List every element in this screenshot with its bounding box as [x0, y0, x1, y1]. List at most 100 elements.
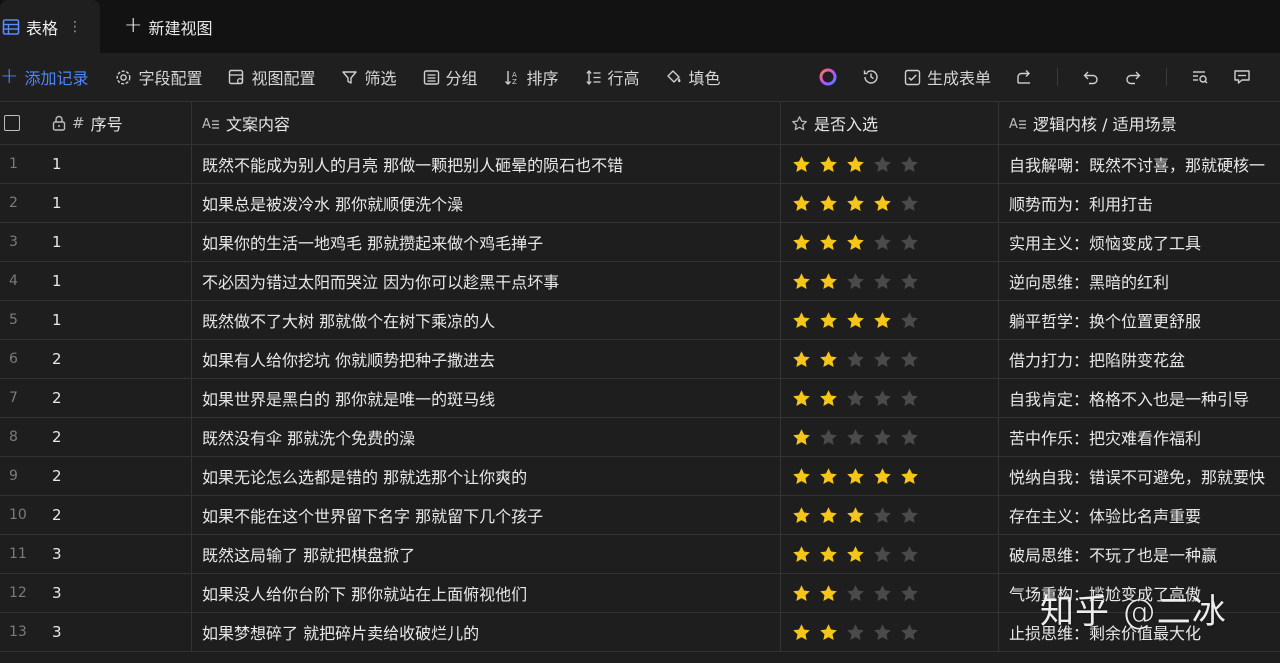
star-filled-icon[interactable] — [818, 583, 839, 604]
text-cell[interactable]: 既然这局输了 那就把棋盘掀了 — [191, 535, 780, 573]
seq-cell[interactable]: 2 — [42, 379, 191, 417]
seq-cell[interactable]: 3 — [42, 535, 191, 573]
seq-cell[interactable]: 2 — [42, 418, 191, 456]
star-filled-icon[interactable] — [791, 544, 812, 565]
star-empty-icon[interactable] — [845, 349, 866, 370]
star-rating[interactable] — [791, 583, 920, 604]
table-row[interactable]: 5 1 既然做不了大树 那就做个在树下乘凉的人 躺平哲学：换个位置更舒服 — [0, 301, 1280, 340]
comment-icon[interactable] — [1233, 68, 1251, 86]
star-rating[interactable] — [791, 466, 920, 487]
tab-table-view[interactable]: 表格 ⋮ — [0, 0, 100, 53]
star-filled-icon[interactable] — [818, 388, 839, 409]
rating-cell[interactable] — [780, 262, 998, 300]
table-row[interactable]: 11 3 既然这局输了 那就把棋盘掀了 破局思维：不玩了也是一种赢 — [0, 535, 1280, 574]
table-row[interactable]: 7 2 如果世界是黑白的 那你就是唯一的斑马线 自我肯定：格格不入也是一种引导 — [0, 379, 1280, 418]
header-text[interactable]: A 文案内容 — [191, 102, 780, 144]
ai-assistant-icon[interactable] — [818, 67, 838, 87]
text-cell[interactable]: 如果梦想碎了 就把碎片卖给收破烂儿的 — [191, 613, 780, 651]
star-filled-icon[interactable] — [791, 583, 812, 604]
logic-cell[interactable]: 苦中作乐：把灾难看作福利 — [998, 418, 1280, 456]
rating-cell[interactable] — [780, 418, 998, 456]
text-cell[interactable]: 既然没有伞 那就洗个免费的澡 — [191, 418, 780, 456]
rating-cell[interactable] — [780, 457, 998, 495]
seq-cell[interactable]: 1 — [42, 262, 191, 300]
star-filled-icon[interactable] — [791, 154, 812, 175]
star-filled-icon[interactable] — [818, 154, 839, 175]
star-filled-icon[interactable] — [791, 505, 812, 526]
star-filled-icon[interactable] — [845, 544, 866, 565]
seq-cell[interactable]: 2 — [42, 340, 191, 378]
search-list-icon[interactable] — [1191, 68, 1209, 86]
seq-cell[interactable]: 2 — [42, 457, 191, 495]
star-filled-icon[interactable] — [791, 622, 812, 643]
select-all-checkbox[interactable] — [4, 115, 20, 131]
field-config-button[interactable]: 字段配置 — [115, 65, 202, 89]
star-filled-icon[interactable] — [791, 232, 812, 253]
star-empty-icon[interactable] — [899, 505, 920, 526]
seq-cell[interactable]: 3 — [42, 574, 191, 612]
seq-cell[interactable]: 1 — [42, 184, 191, 222]
text-cell[interactable]: 如果有人给你挖坑 你就顺势把种子撒进去 — [191, 340, 780, 378]
star-filled-icon[interactable] — [791, 466, 812, 487]
star-rating[interactable] — [791, 622, 920, 643]
rating-cell[interactable] — [780, 574, 998, 612]
star-rating[interactable] — [791, 271, 920, 292]
table-row[interactable]: 2 1 如果总是被泼冷水 那你就顺便洗个澡 顺势而为：利用打击 — [0, 184, 1280, 223]
row-height-button[interactable]: 行高 — [585, 65, 640, 89]
view-config-button[interactable]: 视图配置 — [228, 65, 315, 89]
star-rating[interactable] — [791, 505, 920, 526]
star-empty-icon[interactable] — [899, 349, 920, 370]
rating-cell[interactable] — [780, 496, 998, 534]
rating-cell[interactable] — [780, 223, 998, 261]
star-empty-icon[interactable] — [845, 622, 866, 643]
star-filled-icon[interactable] — [818, 271, 839, 292]
add-record-button[interactable]: + 添加记录 — [0, 65, 88, 89]
star-rating[interactable] — [791, 544, 920, 565]
star-filled-icon[interactable] — [845, 193, 866, 214]
more-icon[interactable]: ⋮ — [68, 19, 82, 35]
star-empty-icon[interactable] — [872, 427, 893, 448]
star-filled-icon[interactable] — [845, 310, 866, 331]
star-empty-icon[interactable] — [845, 271, 866, 292]
generate-form-button[interactable]: 生成表单 — [904, 65, 991, 89]
star-rating[interactable] — [791, 388, 920, 409]
star-empty-icon[interactable] — [872, 505, 893, 526]
header-logic[interactable]: A 逻辑内核 / 适用场景 — [998, 102, 1280, 144]
star-empty-icon[interactable] — [872, 544, 893, 565]
rating-cell[interactable] — [780, 145, 998, 183]
logic-cell[interactable]: 自我解嘲：既然不讨喜，那就硬核一 — [998, 145, 1280, 183]
rating-cell[interactable] — [780, 184, 998, 222]
star-empty-icon[interactable] — [872, 271, 893, 292]
text-cell[interactable]: 如果你的生活一地鸡毛 那就攒起来做个鸡毛掸子 — [191, 223, 780, 261]
seq-cell[interactable]: 1 — [42, 223, 191, 261]
star-empty-icon[interactable] — [899, 193, 920, 214]
star-filled-icon[interactable] — [872, 466, 893, 487]
star-rating[interactable] — [791, 232, 920, 253]
star-filled-icon[interactable] — [818, 544, 839, 565]
logic-cell[interactable]: 自我肯定：格格不入也是一种引导 — [998, 379, 1280, 417]
star-empty-icon[interactable] — [899, 427, 920, 448]
header-seq[interactable]: # 序号 — [42, 102, 191, 144]
star-empty-icon[interactable] — [872, 583, 893, 604]
group-button[interactable]: 分组 — [423, 65, 478, 89]
history-icon[interactable] — [862, 68, 880, 86]
text-cell[interactable]: 不必因为错过太阳而哭泣 因为你可以趁黑干点坏事 — [191, 262, 780, 300]
text-cell[interactable]: 既然做不了大树 那就做个在树下乘凉的人 — [191, 301, 780, 339]
seq-cell[interactable]: 1 — [42, 301, 191, 339]
star-rating[interactable] — [791, 154, 920, 175]
star-filled-icon[interactable] — [818, 349, 839, 370]
star-filled-icon[interactable] — [818, 622, 839, 643]
fill-color-button[interactable]: 填色 — [666, 65, 721, 89]
logic-cell[interactable]: 躺平哲学：换个位置更舒服 — [998, 301, 1280, 339]
text-cell[interactable]: 如果无论怎么选都是错的 那就选那个让你爽的 — [191, 457, 780, 495]
star-empty-icon[interactable] — [899, 388, 920, 409]
rating-cell[interactable] — [780, 379, 998, 417]
table-row[interactable]: 6 2 如果有人给你挖坑 你就顺势把种子撒进去 借力打力：把陷阱变花盆 — [0, 340, 1280, 379]
table-row[interactable]: 1 1 既然不能成为别人的月亮 那做一颗把别人砸晕的陨石也不错 自我解嘲：既然不讨喜，… — [0, 145, 1280, 184]
text-cell[interactable]: 如果不能在这个世界留下名字 那就留下几个孩子 — [191, 496, 780, 534]
star-empty-icon[interactable] — [899, 544, 920, 565]
star-empty-icon[interactable] — [899, 622, 920, 643]
star-filled-icon[interactable] — [791, 427, 812, 448]
star-filled-icon[interactable] — [872, 310, 893, 331]
star-filled-icon[interactable] — [791, 310, 812, 331]
